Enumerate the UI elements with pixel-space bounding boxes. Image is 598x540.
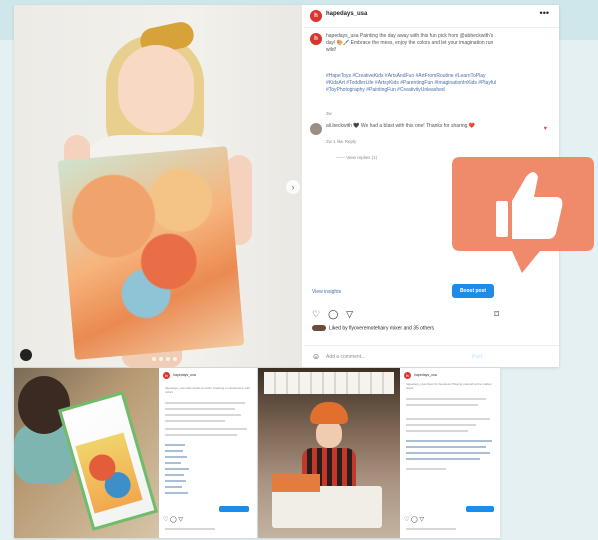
stand-roof (264, 372, 394, 394)
more-icon[interactable]: ••• (540, 8, 549, 18)
boost-post-button[interactable]: Boost post (452, 284, 494, 298)
thumbs-up-icon (452, 157, 594, 273)
bookmark-icon[interactable]: ⌑ (494, 309, 499, 320)
add-comment-input[interactable]: Add a comment... (326, 354, 365, 360)
photo-boy-easel (14, 368, 159, 538)
thumbnail-side-panel-1: h hapedays_usa hapedays_usa Little artis… (159, 368, 257, 538)
post-thumbnail-kid-painting[interactable]: h hapedays_usa hapedays_usa Little artis… (14, 368, 257, 538)
comment-text: ali.beckwith 🖤 We had a blast with this … (326, 123, 476, 129)
user-tag-icon[interactable] (20, 349, 32, 361)
post-caption: hapedays_usa Painting the day away with … (326, 33, 494, 53)
comment-heart-icon[interactable]: ♥ (543, 126, 547, 132)
commenter-avatar[interactable] (310, 123, 322, 135)
boost-post-button-small-2 (466, 506, 494, 512)
avatar-small: h (163, 372, 170, 379)
post-username[interactable]: hapedays_usa (326, 11, 367, 17)
boost-post-button-small (219, 506, 249, 512)
liker-avatars (312, 325, 326, 331)
painting-artwork (57, 145, 245, 361)
thumbnail-side-panel-2: h hapedays_usa hapedays_usa Open for bus… (400, 368, 500, 538)
avatar[interactable]: h (310, 10, 322, 22)
caption-avatar[interactable]: h (310, 33, 322, 45)
post-actions: ♡ ◯ ▽ (312, 309, 353, 320)
likes-row[interactable]: Liked by flyoveremotehairy mixer and 35 … (312, 325, 434, 331)
stand-counter (272, 486, 382, 528)
chevron-right-icon[interactable]: › (286, 180, 300, 194)
photo-girl-market-stand (258, 368, 400, 538)
thumb-username: hapedays_usa (173, 373, 196, 377)
comment-meta[interactable]: 2w 1 like Reply (326, 139, 356, 144)
girl-hat (310, 402, 348, 424)
post-thumbnail-market-stand[interactable]: h hapedays_usa hapedays_usa Open for bus… (258, 368, 500, 538)
thumb-username-2: hapedays_usa (414, 373, 437, 377)
orange-box (272, 474, 320, 492)
post-age: 3w (326, 111, 332, 116)
girl-face (316, 420, 342, 448)
action-icons-small-2: ♡ ◯ ▽ (404, 517, 425, 523)
view-replies-link[interactable]: —— View replies (1) (336, 155, 377, 160)
post-photo-girl-with-painting[interactable]: › (14, 5, 302, 367)
carousel-dots (152, 357, 177, 361)
face (118, 45, 194, 133)
post-hashtags[interactable]: #HapeToys #CreativeKids #ArtsAndFun #Art… (326, 73, 501, 94)
add-comment-bar: ☺ Add a comment... Post (304, 345, 559, 367)
avatar-small-2: h (404, 372, 411, 379)
heart-icon[interactable]: ♡ (312, 309, 320, 320)
post-comment-button[interactable]: Post (472, 354, 482, 360)
comment-icon[interactable]: ◯ (328, 309, 338, 320)
likes-text: Liked by flyoveremotehairy mixer and 35 … (329, 325, 435, 332)
action-icons-small: ♡ ◯ ▽ (163, 517, 184, 523)
thumb-caption: hapedays_usa Little artists at work! Cre… (165, 386, 250, 394)
thumb-caption-2: hapedays_usa Open for business! Playing … (406, 382, 492, 390)
view-insights-link[interactable]: View insights (312, 289, 341, 295)
share-icon[interactable]: ▽ (346, 309, 353, 320)
smile-icon[interactable]: ☺ (312, 352, 320, 361)
post-header: h hapedays_usa ••• (304, 5, 559, 28)
